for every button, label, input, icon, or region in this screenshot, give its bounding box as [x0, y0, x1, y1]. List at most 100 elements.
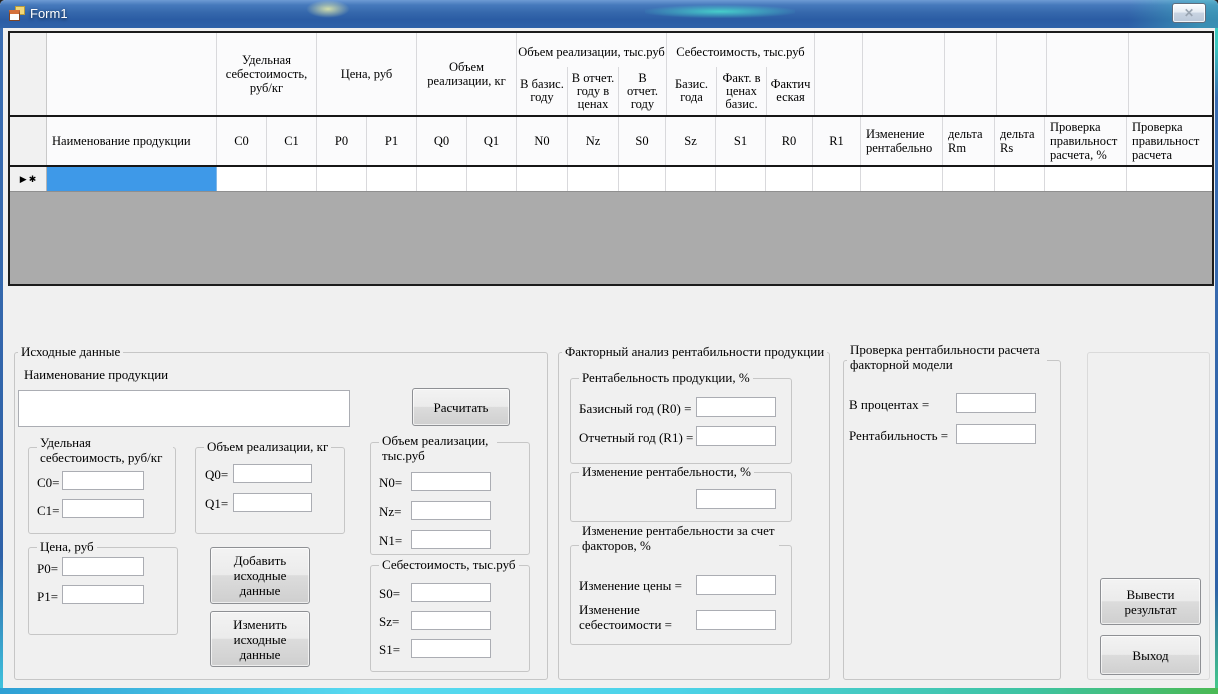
row-arrow-icon: ▶ — [20, 174, 27, 185]
data-grid: Удельная себестоимость, руб/кг Цена, руб… — [8, 31, 1214, 286]
group-header-obem-tys: Объем реализации, тыс.руб В базис. году … — [517, 33, 667, 115]
raschitat-button[interactable]: Расчитать — [412, 388, 510, 426]
grid-cell[interactable] — [467, 167, 517, 191]
vyvesti-rezultat-button[interactable]: Вывести результат — [1100, 578, 1201, 625]
input-s0[interactable] — [411, 583, 491, 602]
input-v-procentah[interactable] — [956, 393, 1036, 413]
new-row-indicator[interactable]: ▶ ✱ — [10, 167, 47, 191]
groupbox-title: Рентабельность продукции, % — [579, 370, 753, 385]
input-c0[interactable] — [62, 471, 144, 490]
label-bazisny-god-r0: Базисный год (R0) = — [579, 401, 691, 416]
col-header-q1[interactable]: Q1 — [467, 117, 517, 165]
label-rentabelnost: Рентабильность = — [849, 428, 948, 443]
col-header-sz[interactable]: Sz — [666, 117, 716, 165]
grid-cell[interactable] — [943, 167, 995, 191]
groupbox-title: Изменение рентабельности за счет факторо… — [579, 523, 779, 553]
group-header-obem-kg: Объем реализации, кг — [417, 33, 517, 115]
col-header-proverka[interactable]: Проверка правильност расчета — [1127, 117, 1210, 165]
label-izmenenie-ceny: Изменение цены = — [579, 578, 682, 593]
grid-corner-cell — [10, 33, 47, 115]
grid-cell[interactable] — [217, 167, 267, 191]
input-q1[interactable] — [233, 493, 312, 512]
titlebar[interactable]: Form1 ✕ — [0, 0, 1218, 28]
input-p1[interactable] — [62, 585, 144, 604]
input-s1[interactable] — [411, 639, 491, 658]
window-border-bottom — [0, 688, 1218, 694]
groupbox-title: Проверка рентабильности расчета факторно… — [847, 342, 1047, 372]
col-header-nz[interactable]: Nz — [568, 117, 619, 165]
group-title-sebest: Себестоимость, тыс.руб — [667, 33, 814, 67]
grid-cell[interactable] — [716, 167, 766, 191]
grid-cell[interactable] — [766, 167, 813, 191]
grid-cell[interactable] — [813, 167, 861, 191]
col-header-c0[interactable]: C0 — [217, 117, 267, 165]
label-q1: Q1= — [205, 496, 228, 511]
label-n1: N1= — [379, 533, 402, 548]
grid-cell[interactable] — [568, 167, 619, 191]
group-header-udelnaya: Удельная себестоимость, руб/кг — [217, 33, 317, 115]
groupbox-result-buttons — [1087, 352, 1210, 680]
input-izmenenie-ceny[interactable] — [696, 575, 776, 595]
subheader-v-bazis-godu: В базис. году — [517, 67, 568, 115]
col-header-q0[interactable]: Q0 — [417, 117, 467, 165]
groupbox-title: Изменение рентабельности, % — [579, 464, 754, 479]
col-header-r0[interactable]: R0 — [766, 117, 813, 165]
input-n1[interactable] — [411, 530, 491, 549]
label-s0: S0= — [379, 586, 400, 601]
input-nz[interactable] — [411, 501, 491, 520]
groupbox-title: Цена, руб — [37, 539, 97, 554]
close-icon[interactable]: ✕ — [1172, 3, 1206, 23]
grid-cell[interactable] — [1045, 167, 1127, 191]
grid-cell[interactable] — [861, 167, 943, 191]
col-header-s0[interactable]: S0 — [619, 117, 666, 165]
input-p0[interactable] — [62, 557, 144, 576]
col-header-izmenenie-rentabelnosti[interactable]: Изменение рентабельно — [861, 117, 943, 165]
col-header-naimenovanie[interactable]: Наименование продукции — [47, 117, 217, 165]
grid-cell[interactable] — [1127, 167, 1210, 191]
col-header-r1[interactable]: R1 — [813, 117, 861, 165]
grid-cell[interactable] — [517, 167, 568, 191]
subheader-v-otchet-godu: В отчет. году — [619, 67, 666, 115]
col-header-c1[interactable]: C1 — [267, 117, 317, 165]
label-v-procentah: В процентах = — [849, 397, 929, 412]
col-header-p1[interactable]: P1 — [367, 117, 417, 165]
groupbox-rentabelnost-produkcii: Рентабельность продукции, % Базисный год… — [570, 378, 792, 464]
groupbox-title: Объем реализации, тыс.руб — [379, 433, 497, 463]
grid-cell[interactable] — [619, 167, 666, 191]
izmenit-dannye-button[interactable]: Изменить исходные данные — [210, 611, 310, 667]
input-sz[interactable] — [411, 611, 491, 630]
col-header-delta-rs[interactable]: дельта Rs — [995, 117, 1045, 165]
group-header-sebest: Себестоимость, тыс.руб Базис. года Факт.… — [667, 33, 815, 115]
vykhod-button[interactable]: Выход — [1100, 635, 1201, 675]
grid-cell[interactable] — [417, 167, 467, 191]
subheader-v-otchet-godu-v-cenah: В отчет. году в ценах — [568, 67, 619, 115]
label-q0: Q0= — [205, 467, 228, 482]
input-c1[interactable] — [62, 499, 144, 518]
dobavit-dannye-button[interactable]: Добавить исходные данные — [210, 547, 310, 604]
grid-cell-selected[interactable] — [47, 167, 217, 191]
input-rentabelnost[interactable] — [956, 424, 1036, 444]
col-header-delta-rm[interactable]: дельта Rm — [943, 117, 995, 165]
label-n0: N0= — [379, 475, 402, 490]
subheader-fakt-v-cenah-bazis: Факт. в ценах базис. — [717, 67, 767, 115]
col-header-s1[interactable]: S1 — [716, 117, 766, 165]
input-izmenenie-sebestoimosti[interactable] — [696, 610, 776, 630]
input-naimenovanie[interactable] — [18, 390, 350, 427]
col-header-p0[interactable]: P0 — [317, 117, 367, 165]
label-c1: C1= — [37, 503, 60, 518]
groupbox-title: Факторный анализ рентабильности продукци… — [562, 344, 827, 359]
empty-group-cell — [997, 33, 1047, 115]
grid-cell[interactable] — [317, 167, 367, 191]
grid-cell[interactable] — [995, 167, 1045, 191]
grid-cell[interactable] — [367, 167, 417, 191]
grid-cell[interactable] — [666, 167, 716, 191]
input-izmenenie-rentabelnosti[interactable] — [696, 489, 776, 509]
input-n0[interactable] — [411, 472, 491, 491]
col-header-n0[interactable]: N0 — [517, 117, 568, 165]
grid-cell[interactable] — [267, 167, 317, 191]
input-r1-otchet[interactable] — [696, 426, 776, 446]
input-q0[interactable] — [233, 464, 312, 483]
grid-empty-area — [10, 192, 1212, 284]
col-header-proverka-procent[interactable]: Проверка правильност расчета, % — [1045, 117, 1127, 165]
input-r0-bazis[interactable] — [696, 397, 776, 417]
